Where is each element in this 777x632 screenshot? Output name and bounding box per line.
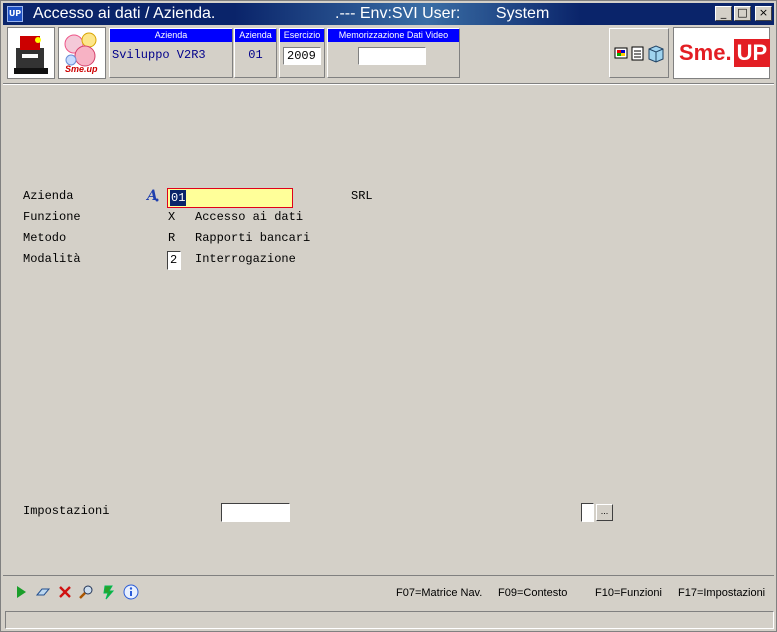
search-icon[interactable] [79, 584, 95, 600]
window-title: Accesso ai dati / Azienda. [33, 5, 216, 22]
window-title-env: .--- Env:SVI User: System [335, 5, 549, 23]
azienda-panel-value: Sviluppo V2R3 [112, 48, 206, 62]
azienda-label: Azienda [23, 189, 74, 203]
esercizio-label: Esercizio [280, 29, 324, 42]
memo-panel: Memorizzazione Dati Video [327, 28, 460, 78]
header-separator [3, 83, 774, 85]
smeup-bubble-logo[interactable]: Sme.up [58, 27, 106, 79]
brand-up-text: UP [733, 39, 771, 67]
small-logo-text: Sme.up [65, 64, 98, 74]
window-controls: _ □ × [715, 6, 772, 21]
esercizio-field[interactable]: 2009 [283, 47, 321, 65]
browse-button[interactable]: ... [596, 504, 613, 521]
header-strip: Sme.up Azienda Sviluppo V2R3 Azienda 01 … [5, 27, 774, 81]
title-bar[interactable]: UP Accesso ai dati / Azienda. .--- Env:S… [3, 3, 774, 25]
eraser-icon[interactable] [35, 584, 51, 600]
memo-label: Memorizzazione Dati Video [328, 29, 459, 42]
azienda-lookup-icon[interactable]: A [145, 187, 161, 208]
funzione-desc: Accesso ai dati [195, 210, 304, 224]
app-icon[interactable]: UP [7, 6, 23, 22]
azienda-panel: Azienda Sviluppo V2R3 [109, 28, 233, 78]
status-bar [5, 611, 774, 629]
device-logo-icon[interactable] [7, 27, 55, 79]
palette-icon[interactable] [614, 47, 628, 59]
fkey-f09[interactable]: F09=Contesto [498, 587, 567, 599]
maximize-button[interactable]: □ [734, 6, 751, 21]
document-icon[interactable] [631, 46, 644, 61]
funzione-code: X [168, 210, 176, 224]
env-system-label: System [495, 5, 550, 22]
azienda-code-value: 01 [248, 48, 263, 62]
azienda-field-value: 01 [170, 190, 187, 206]
info-icon[interactable] [123, 584, 139, 600]
tools-group [609, 28, 669, 78]
play-icon[interactable] [13, 584, 29, 600]
smeup-brand-logo: Sme. UP [673, 27, 771, 79]
impostazioni-check-field[interactable] [581, 503, 594, 522]
box-icon[interactable] [648, 45, 664, 63]
azienda-code-label: Azienda [235, 29, 276, 42]
fkey-f10[interactable]: F10=Funzioni [595, 587, 662, 599]
azienda-desc: SRL [351, 189, 373, 203]
minimize-button[interactable]: _ [715, 6, 732, 21]
impostazioni-label: Impostazioni [23, 504, 110, 518]
bottom-toolbar: F07=Matrice Nav. F09=Contesto F10=Funzio… [3, 575, 774, 607]
modalita-field[interactable]: 2 [167, 251, 181, 270]
funzione-label: Funzione [23, 210, 81, 224]
azienda-field[interactable]: 01 [167, 188, 293, 208]
esercizio-panel: Esercizio 2009 [279, 28, 325, 78]
metodo-code: R [168, 231, 176, 245]
close-button[interactable]: × [755, 6, 772, 21]
main-window: UP Accesso ai dati / Azienda. .--- Env:S… [0, 0, 777, 632]
refresh-icon[interactable] [101, 584, 117, 600]
azienda-code-panel: Azienda 01 [234, 28, 277, 78]
cancel-icon[interactable] [57, 584, 73, 600]
brand-sme-text: Sme. [679, 40, 732, 65]
metodo-label: Metodo [23, 231, 67, 245]
azienda-panel-label: Azienda [110, 29, 232, 42]
metodo-desc: Rapporti bancari [195, 231, 311, 245]
fkey-f07[interactable]: F07=Matrice Nav. [396, 587, 482, 599]
toolbar-icons [13, 584, 139, 600]
modalita-label: Modalità [23, 252, 81, 266]
memo-field[interactable] [358, 47, 426, 65]
modalita-desc: Interrogazione [195, 252, 296, 266]
env-user-label: .--- Env:SVI User: [335, 5, 461, 22]
fkey-f17[interactable]: F17=Impostazioni [678, 587, 765, 599]
impostazioni-field[interactable] [221, 503, 290, 522]
